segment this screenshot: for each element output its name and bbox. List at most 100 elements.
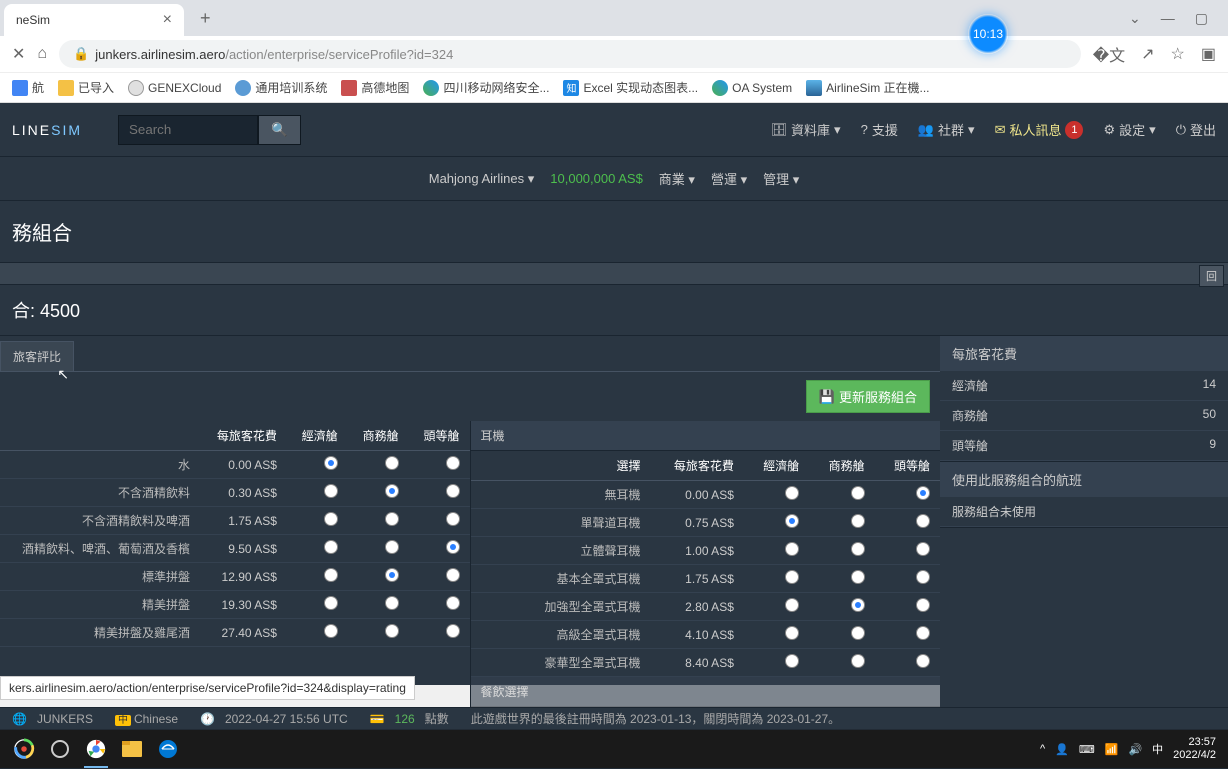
cursor-icon: ↖ [57, 366, 69, 383]
nav-messages[interactable]: ✉私人訊息 1 [995, 120, 1084, 139]
radio-option[interactable] [785, 654, 799, 668]
cortana-icon[interactable] [42, 734, 78, 764]
bookmark-item[interactable]: 航 [12, 79, 44, 96]
nav-database[interactable]: 🗄資料庫 ▾ [771, 120, 841, 139]
radio-option[interactable] [324, 512, 338, 526]
close-icon[interactable]: × [163, 11, 172, 29]
radio-option[interactable] [324, 596, 338, 610]
bookmark-item[interactable]: 通用培训系统 [235, 79, 327, 96]
bookmark-item[interactable]: 高德地图 [341, 79, 409, 96]
option-cost: 19.30 AS$ [200, 591, 287, 619]
maximize-icon[interactable]: ▢ [1195, 10, 1208, 27]
radio-option[interactable] [324, 624, 338, 638]
tray-keyboard-icon[interactable]: ⌨ [1079, 743, 1095, 756]
radio-option[interactable] [324, 568, 338, 582]
logo[interactable]: LINESIM [12, 122, 82, 138]
nav-management[interactable]: 管理 ▾ [763, 169, 799, 188]
tray-people-icon[interactable]: 👤 [1055, 743, 1069, 756]
bookmark-item[interactable]: GENEXCloud [128, 80, 221, 96]
explorer-icon[interactable] [114, 734, 150, 764]
radio-option[interactable] [446, 540, 460, 554]
nav-settings[interactable]: ⚙設定 ▾ [1103, 120, 1155, 139]
radio-option[interactable] [785, 486, 799, 500]
radio-option[interactable] [446, 512, 460, 526]
bookmark-item[interactable]: OA System [712, 80, 792, 96]
radio-option[interactable] [785, 598, 799, 612]
radio-option[interactable] [851, 598, 865, 612]
radio-option[interactable] [851, 542, 865, 556]
radio-option[interactable] [916, 598, 930, 612]
nav-commercial[interactable]: 商業 ▾ [659, 169, 695, 188]
radio-option[interactable] [385, 456, 399, 470]
radio-option[interactable] [916, 486, 930, 500]
radio-option[interactable] [785, 570, 799, 584]
nav-community[interactable]: 👥社群 ▾ [918, 120, 975, 139]
bookmark-item[interactable]: 知Excel 实现动态图表... [563, 79, 698, 96]
radio-option[interactable] [916, 570, 930, 584]
radio-option[interactable] [324, 456, 338, 470]
col-select: 選擇 [471, 451, 651, 481]
taskbar-clock[interactable]: 23:57 2022/4/2 [1173, 736, 1222, 762]
sidebar-toggle-icon[interactable]: ▣ [1201, 44, 1216, 64]
return-button[interactable]: 回 [1199, 265, 1224, 287]
radio-option[interactable] [324, 484, 338, 498]
radio-option[interactable] [385, 624, 399, 638]
radio-option[interactable] [785, 542, 799, 556]
nav-logout[interactable]: ⏻登出 [1176, 120, 1216, 139]
tray-ime-icon[interactable]: 中 [1152, 741, 1163, 757]
radio-option[interactable] [446, 456, 460, 470]
option-cost: 0.00 AS$ [651, 481, 744, 509]
address-actions: �文 ↗ ☆ ▣ [1093, 42, 1216, 66]
radio-option[interactable] [446, 568, 460, 582]
radio-option[interactable] [916, 542, 930, 556]
radio-option[interactable] [324, 540, 338, 554]
tray-chevron-icon[interactable]: ^ [1040, 743, 1045, 755]
bookmark-item[interactable]: 四川移动网络安全... [423, 79, 549, 96]
radio-option[interactable] [385, 512, 399, 526]
radio-option[interactable] [446, 596, 460, 610]
table-row: 酒精飲料、啤酒、葡萄酒及香檳9.50 AS$ [0, 535, 470, 563]
bookmark-item[interactable]: 已导入 [58, 79, 114, 96]
nav-operations[interactable]: 營運 ▾ [711, 169, 747, 188]
minimize-icon[interactable]: — [1161, 10, 1175, 27]
chrome-taskbar-icon[interactable] [78, 734, 114, 764]
home-icon[interactable]: ⌂ [37, 45, 47, 63]
col-business: 商務艙 [348, 421, 409, 451]
update-service-button[interactable]: 💾 更新服務組合 [806, 380, 930, 413]
radio-option[interactable] [851, 626, 865, 640]
url-input[interactable]: 🔒 junkers.airlinesim.aero /action/enterp… [59, 40, 1081, 68]
bookmark-item[interactable]: AirlineSim 正在機... [806, 79, 929, 96]
radio-option[interactable] [785, 626, 799, 640]
tray-wifi-icon[interactable]: 📶 [1105, 743, 1119, 756]
search-button[interactable]: 🔍 [258, 115, 301, 145]
radio-option[interactable] [851, 514, 865, 528]
new-tab-button[interactable]: + [192, 8, 219, 29]
browser-tab[interactable]: neSim × [4, 4, 184, 36]
airline-dropdown[interactable]: Mahjong Airlines ▾ [429, 171, 535, 187]
radio-option[interactable] [385, 596, 399, 610]
radio-option[interactable] [916, 626, 930, 640]
search-input[interactable] [118, 115, 258, 145]
radio-option[interactable] [851, 570, 865, 584]
translate-icon[interactable]: �文 [1093, 42, 1125, 66]
close-page-icon[interactable]: ✕ [12, 44, 25, 64]
radio-option[interactable] [385, 540, 399, 554]
edge-icon[interactable] [150, 734, 186, 764]
col-economy: 經濟艙 [287, 421, 348, 451]
radio-option[interactable] [446, 624, 460, 638]
radio-option[interactable] [385, 484, 399, 498]
nav-support[interactable]: ?支援 [861, 120, 898, 139]
caret-down-icon[interactable]: ⌄ [1129, 10, 1141, 27]
tray-volume-icon[interactable]: 🔊 [1128, 743, 1142, 756]
radio-option[interactable] [851, 654, 865, 668]
share-icon[interactable]: ↗ [1141, 44, 1154, 64]
radio-option[interactable] [446, 484, 460, 498]
tab-passenger-rating[interactable]: 旅客評比 ↖ [0, 341, 74, 371]
bookmark-icon[interactable]: ☆ [1171, 44, 1185, 64]
radio-option[interactable] [916, 654, 930, 668]
radio-option[interactable] [851, 486, 865, 500]
radio-option[interactable] [916, 514, 930, 528]
radio-option[interactable] [385, 568, 399, 582]
radio-option[interactable] [785, 514, 799, 528]
start-button[interactable] [6, 734, 42, 764]
